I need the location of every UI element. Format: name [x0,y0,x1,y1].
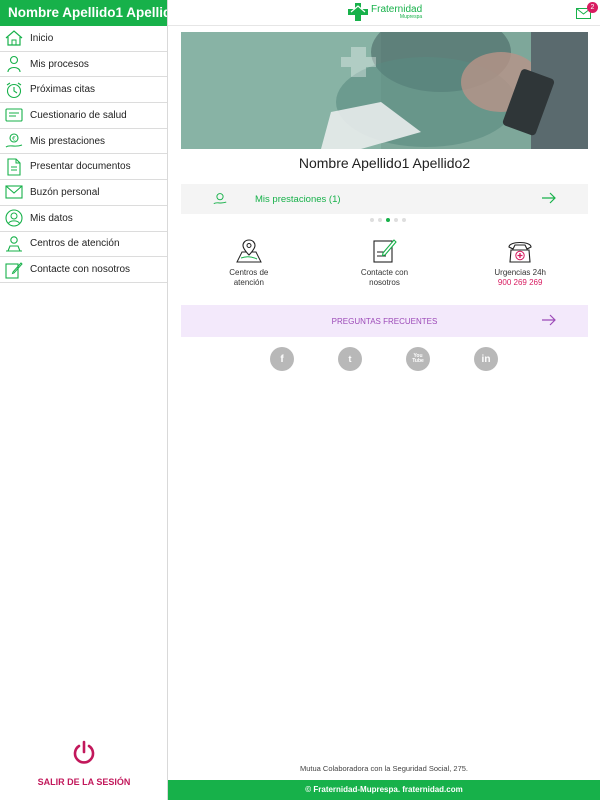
home-icon [4,28,24,48]
arrow-right-icon [542,192,556,204]
faq-button[interactable]: PREGUNTAS FRECUENTES [181,305,588,337]
benefits-icon [213,193,227,205]
faq-label: PREGUNTAS FRECUENTES [331,316,438,326]
facebook-glyph: f [280,353,284,365]
user-icon [4,208,24,228]
sidebar-item-mis-procesos[interactable]: Mis procesos [0,52,167,78]
sidebar-item-label: Próximas citas [30,84,96,96]
sidebar-item-label: Mis datos [30,212,73,224]
mailbox-icon [4,182,24,202]
brand-sub: Muprespa [399,13,423,20]
logout-button[interactable]: SALIR DE LA SESIÓN [0,740,168,790]
sidebar-item-inicio[interactable]: Inicio [0,26,167,52]
tile-centros-atencion[interactable]: Centros de atención [181,238,317,298]
hero-user-name: Nombre Apellido1 Apellido2 [298,155,471,171]
sidebar-item-label: Buzón personal [30,186,100,198]
logout-label: SALIR DE LA SESIÓN [37,777,131,787]
mail-badge: 2 [587,2,598,13]
sidebar-item-label: Inicio [30,32,54,44]
clock-icon [4,80,24,100]
tile-label: Centros de atención [229,268,269,287]
mutua-text: Mutua Colaboradora con la Seguridad Soci… [299,764,469,773]
brand-logo[interactable]: Fraternidad Muprespa [348,3,422,21]
emergency-phone-icon [508,241,532,263]
tile-label: Urgencias 24h [494,268,546,277]
top-bar: Fraternidad Muprespa 2 [168,0,600,26]
sidebar-item-contacte[interactable]: Contacte con nosotros [0,257,167,283]
power-icon [73,740,95,764]
hero-illustration [181,32,588,149]
cross-logo-icon [348,3,368,21]
quick-tiles: Centros de atención Contacte con nosotro… [181,238,588,298]
twitter-glyph: t [348,354,352,364]
arrow-right-icon [542,314,556,326]
facebook-icon[interactable]: f [270,347,294,371]
edit-document-icon [372,239,397,263]
social-links: f t You Tube in [270,347,498,371]
carousel-dot[interactable] [402,218,406,222]
sidebar-item-label: Mis procesos [30,58,89,70]
youtube-glyph: You Tube [412,353,424,364]
emergency-phone[interactable]: 900 269 269 [452,278,588,288]
prestaciones-label: Mis prestaciones (1) [255,193,341,205]
sidebar-item-mis-datos[interactable]: Mis datos [0,206,167,232]
sidebar-item-cuestionario-salud[interactable]: Cuestionario de salud [0,103,167,129]
person-icon [4,54,24,74]
sidebar-item-centros-atencion[interactable]: Centros de atención [0,232,167,258]
brand-name: Fraternidad [371,3,423,15]
tile-contacte[interactable]: Contacte con nosotros [317,238,453,298]
sidebar-item-proximas-citas[interactable]: Próximas citas [0,77,167,104]
carousel-dot-active[interactable] [386,218,390,222]
hero-image [181,32,588,149]
carousel-dot[interactable] [370,218,374,222]
sidebar-item-label: Contacte con nosotros [30,264,131,276]
sidebar-item-mis-prestaciones[interactable]: € Mis prestaciones [0,129,167,155]
center-icon [4,234,24,254]
carousel-dot[interactable] [378,218,382,222]
svg-text:€: € [12,136,16,143]
sidebar-item-label: Mis prestaciones [30,135,106,147]
sidebar-user-name: Nombre Apellido1 Apellido2 [0,0,167,26]
carousel-dot[interactable] [394,218,398,222]
document-icon [4,157,24,177]
linkedin-glyph: in [481,353,491,365]
footer-copyright[interactable]: © Fraternidad-Muprespa. fraternidad.com [168,780,600,800]
youtube-icon[interactable]: You Tube [406,347,430,371]
map-pin-icon [236,239,262,263]
contact-icon [4,260,24,280]
sidebar-item-presentar-documentos[interactable]: Presentar documentos [0,154,167,181]
tile-label: Contacte con nosotros [360,268,409,287]
sidebar: Nombre Apellido1 Apellido2 Inicio Mis pr… [0,0,168,800]
benefits-icon: € [4,131,24,151]
sidebar-item-label: Centros de atención [30,238,120,250]
twitter-icon[interactable]: t [338,347,362,371]
prestaciones-card[interactable]: Mis prestaciones (1) [181,184,588,214]
sidebar-item-buzon-personal[interactable]: Buzón personal [0,180,167,206]
carousel-dots [370,218,406,222]
tile-urgencias[interactable]: Urgencias 24h 900 269 269 [452,238,588,298]
questionnaire-icon [4,105,24,125]
sidebar-item-label: Presentar documentos [30,161,131,173]
linkedin-icon[interactable]: in [474,347,498,371]
sidebar-item-label: Cuestionario de salud [30,109,127,121]
